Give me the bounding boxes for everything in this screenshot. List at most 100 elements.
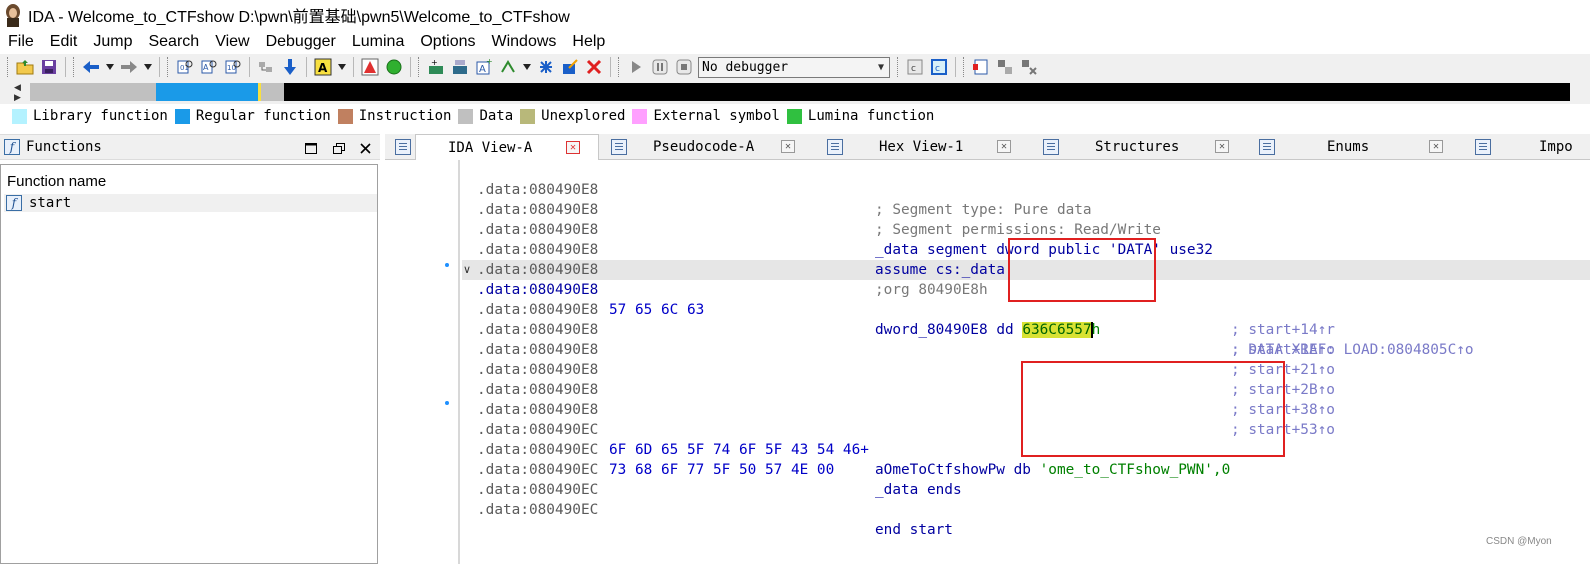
toolbar-grip[interactable] <box>73 57 76 77</box>
close-icon[interactable] <box>356 139 374 157</box>
add-breakpoint-icon[interactable] <box>995 57 1015 77</box>
xref-comment[interactable]: ; start+1A↑o <box>1231 340 1335 360</box>
close-icon[interactable]: ✕ <box>781 140 795 153</box>
menu-debugger[interactable]: Debugger <box>258 30 344 54</box>
create-function-icon[interactable]: + <box>426 57 446 77</box>
close-icon[interactable]: ✕ <box>1429 140 1443 153</box>
stop-icon[interactable] <box>674 57 694 77</box>
listing-line[interactable]: .data:080490EC 6F 6D 65 5F 74 6F 5F 43 5… <box>477 400 1230 478</box>
menu-windows[interactable]: Windows <box>483 30 564 54</box>
listing-line[interactable]: .data:080490E8 ; start+53↑o <box>477 380 1335 438</box>
listing-line[interactable]: .data:080490EC 73 68 6F 77 5F 50 57 4E 0… <box>477 420 962 498</box>
open-folder-icon[interactable] <box>15 57 35 77</box>
toolbar-grip[interactable] <box>897 57 900 77</box>
navigation-strip[interactable] <box>30 83 1570 101</box>
tab-pseudocode-a[interactable]: Pseudocode-A ✕ <box>601 134 817 160</box>
menu-lumina[interactable]: Lumina <box>344 30 412 54</box>
menu-options[interactable]: Options <box>412 30 483 54</box>
close-icon[interactable]: ✕ <box>997 140 1011 153</box>
play-icon[interactable] <box>626 57 646 77</box>
collapse-chevron-icon[interactable]: ∨ <box>463 263 475 277</box>
ida-view-a-listing[interactable]: ∨ .data:080490E8 ; Segment type: Pure da… <box>385 160 1590 564</box>
svg-text:A: A <box>203 63 209 72</box>
toolbar-grip[interactable] <box>963 57 966 77</box>
maximize-icon[interactable] <box>302 139 320 157</box>
back-arrow-icon[interactable] <box>81 57 101 77</box>
listing-line[interactable]: .data:080490E8 ; start+38↑o <box>477 360 1335 418</box>
listing-line[interactable]: .data:080490E8 ; start+14↑r <box>477 280 1335 338</box>
string-literal[interactable]: 'ome_to_CTFshow_PWN' <box>1040 462 1213 478</box>
listing-line[interactable]: .data:080490E8 ; start+2B↑o <box>477 340 1335 398</box>
string-name[interactable]: aOmeToCtfshowPw <box>875 462 1005 478</box>
listing-line[interactable]: .data:080490E8 ;org 80490E8h <box>477 240 988 298</box>
green-circle-icon[interactable] <box>384 57 404 77</box>
listing-line[interactable]: .data:080490EC end start <box>477 480 953 538</box>
save-icon[interactable] <box>39 57 59 77</box>
forward-arrow-icon[interactable] <box>119 57 139 77</box>
xref-comment[interactable]: ; start+14↑r <box>1231 320 1335 340</box>
add-xref-icon[interactable] <box>498 57 518 77</box>
legend-label: Data <box>479 108 514 124</box>
close-icon[interactable]: ✕ <box>566 141 580 154</box>
svg-text:+: + <box>431 58 438 67</box>
back-dropdown-icon[interactable] <box>105 57 115 77</box>
forward-dropdown-icon[interactable] <box>143 57 153 77</box>
tab-hex-view-1[interactable]: Hex View-1 ✕ <box>817 134 1033 160</box>
toolbar-grip[interactable] <box>618 57 621 77</box>
menu-search[interactable]: Search <box>140 30 207 54</box>
structures-icon <box>1043 139 1059 155</box>
string-literal-icon[interactable]: A <box>313 57 333 77</box>
restore-icon[interactable] <box>330 139 348 157</box>
rename-icon[interactable]: A + <box>474 57 494 77</box>
menu-edit[interactable]: Edit <box>42 30 86 54</box>
tab-ida-view-a[interactable]: IDA View-A ✕ <box>415 134 599 161</box>
hex-suffix: h <box>1091 322 1101 338</box>
delete-x-icon[interactable] <box>584 57 604 77</box>
trace-icon[interactable]: c <box>905 57 925 77</box>
immediate-search-icon[interactable]: 10 <box>223 57 243 77</box>
xref-dropdown-icon[interactable] <box>522 57 532 77</box>
nav-scroll-arrows[interactable]: ◀ ▶ <box>14 82 26 102</box>
listing-line[interactable]: .data:080490E8 ; Segment type: Pure data <box>477 160 1092 218</box>
debugger-select[interactable]: No debugger ▼ <box>698 56 890 78</box>
function-name-column-header[interactable]: Function name <box>7 173 106 190</box>
listing-line[interactable]: .data:080490E8 ; start+1A↑o <box>477 300 1335 358</box>
string-definition: aOmeToCtfshowPw db 'ome_to_CTFshow_PWN',… <box>875 460 1230 480</box>
text-search-icon[interactable]: A <box>199 57 219 77</box>
close-icon[interactable]: ✕ <box>1215 140 1229 153</box>
listing-line[interactable]: .data:080490E8 _data segment dword publi… <box>477 200 1213 258</box>
toolbar-grip[interactable] <box>418 57 421 77</box>
listing-line-current[interactable]: .data:080490E8 57 65 6C 63 dword_80490E8… <box>477 260 1474 358</box>
menu-file[interactable]: File <box>0 30 42 54</box>
tab-structures[interactable]: Structures ✕ <box>1033 134 1249 160</box>
jump-down-icon[interactable] <box>280 57 300 77</box>
menu-jump[interactable]: Jump <box>85 30 140 54</box>
menu-view[interactable]: View <box>207 30 257 54</box>
patch-icon[interactable] <box>560 57 580 77</box>
legend-regular-function: Regular function <box>174 108 331 124</box>
listing-line[interactable]: .data:080490E8 ; Segment permissions: Re… <box>477 180 1161 238</box>
listing-line[interactable]: .data:080490E8 ; start+21↑o <box>477 320 1335 378</box>
warning-icon[interactable] <box>360 57 380 77</box>
breakpoint-list-icon[interactable] <box>971 57 991 77</box>
listing-line[interactable]: .data:080490E8 assume cs:_data <box>477 220 1005 278</box>
binary-search-icon[interactable]: 01 <box>175 57 195 77</box>
instruction-trace-icon[interactable]: c <box>929 57 949 77</box>
tab-imports[interactable]: Impo <box>1465 134 1590 160</box>
menu-help[interactable]: Help <box>564 30 613 54</box>
tab-enums[interactable]: Enums ✕ <box>1249 134 1465 160</box>
dword-name[interactable]: dword_80490E8 <box>875 322 988 338</box>
toolbar-grip[interactable] <box>167 57 170 77</box>
structure-icon[interactable] <box>536 57 556 77</box>
listing-line[interactable]: .data:080490EC <box>477 460 598 498</box>
function-row-start[interactable]: f start <box>4 194 377 212</box>
delete-breakpoint-icon[interactable] <box>1019 57 1039 77</box>
dword-value-highlighted[interactable]: 636C6557 <box>1022 322 1092 338</box>
listing-line[interactable]: .data:080490EC <box>477 440 598 478</box>
edit-function-icon[interactable] <box>450 57 470 77</box>
toolbar-grip[interactable] <box>7 57 10 77</box>
graph-overview-icon[interactable] <box>256 57 276 77</box>
string-dropdown-icon[interactable] <box>337 57 347 77</box>
nav-segment-data <box>30 83 156 101</box>
pause-icon[interactable] <box>650 57 670 77</box>
